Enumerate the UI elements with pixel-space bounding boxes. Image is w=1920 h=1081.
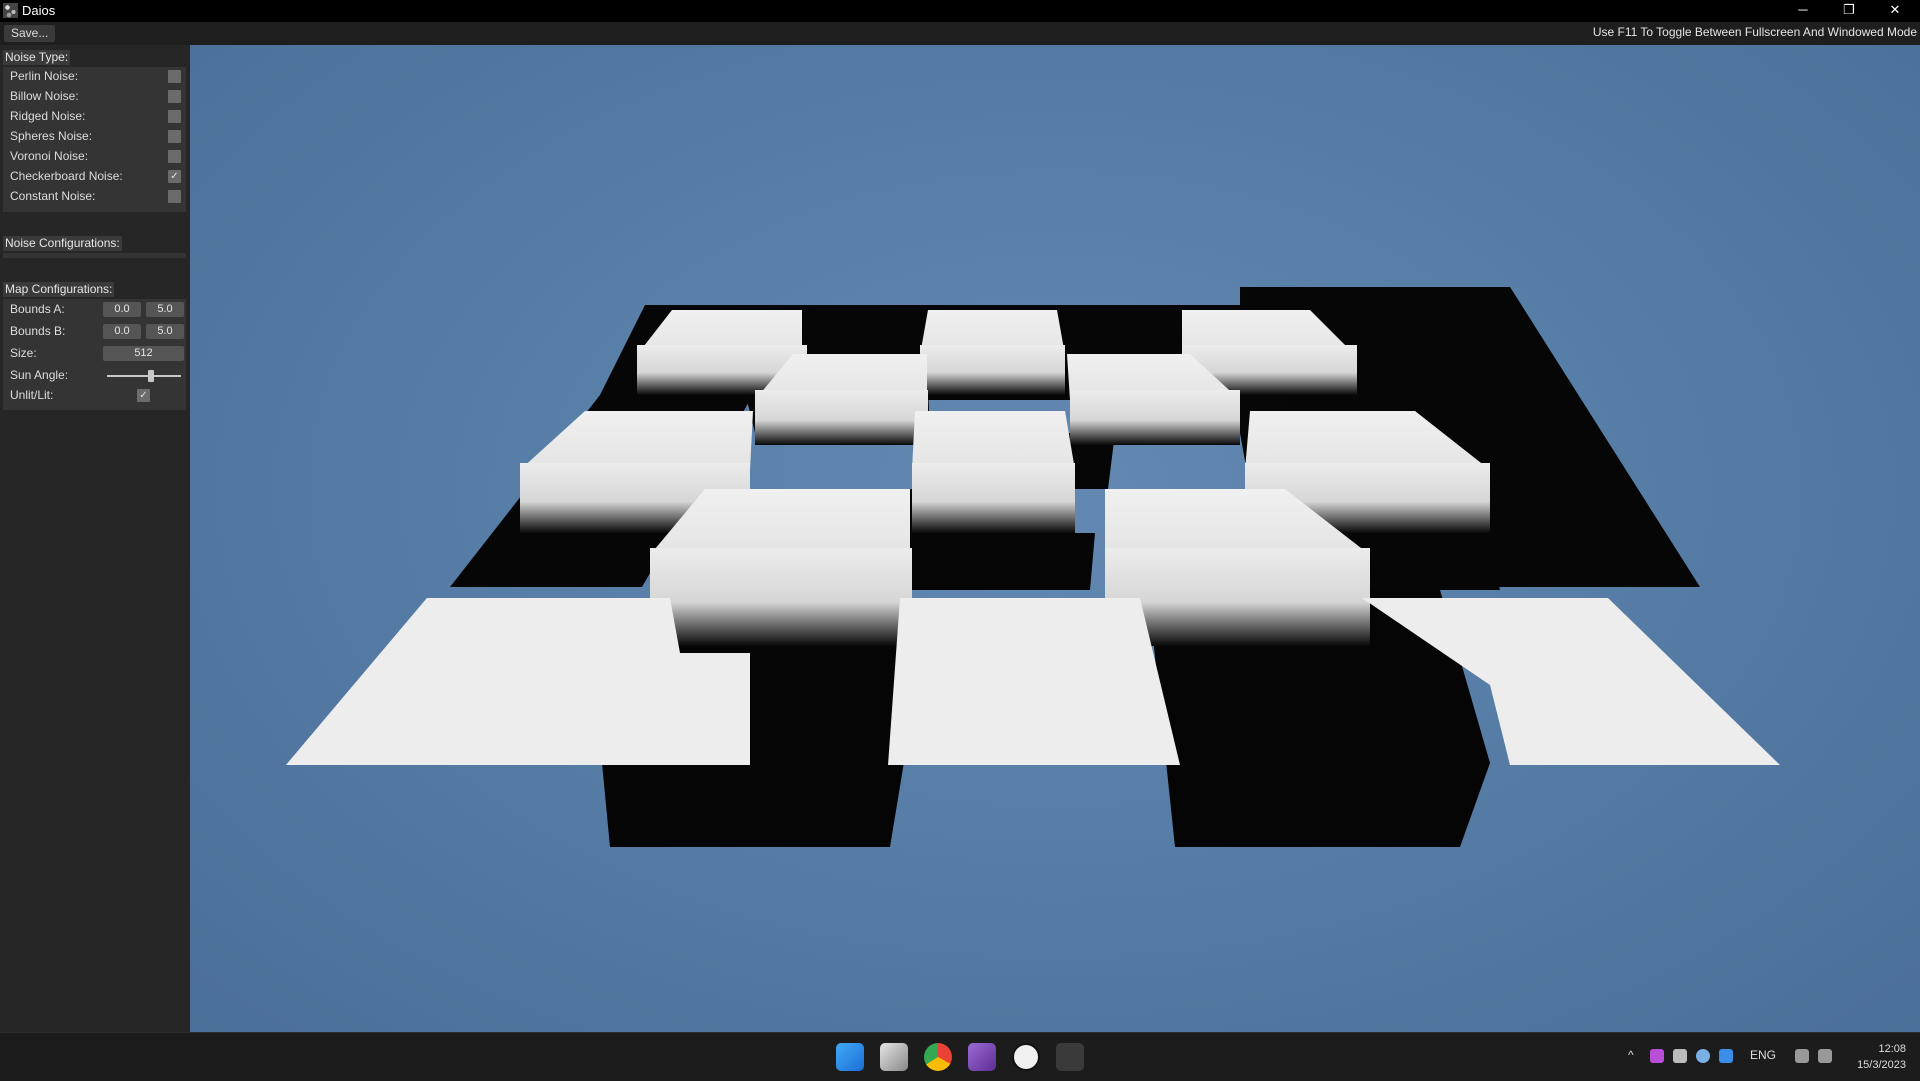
tray-app-icon[interactable] xyxy=(1650,1049,1664,1063)
size-row: Size: 512 xyxy=(7,345,184,362)
size-label: Size: xyxy=(10,346,37,360)
back-row-cubes xyxy=(637,310,1357,395)
checkerboard-noise-row[interactable]: Checkerboard Noise: ✓ xyxy=(7,168,182,185)
network-icon[interactable] xyxy=(1795,1049,1809,1063)
menu-bar: Save... Use F11 To Toggle Between Fullsc… xyxy=(0,22,1920,45)
daios-taskbar-icon[interactable] xyxy=(1056,1043,1084,1071)
perlin-noise-row[interactable]: Perlin Noise: xyxy=(7,68,182,85)
checkerboard-noise-checkbox[interactable]: ✓ xyxy=(168,170,181,183)
constant-noise-label: Constant Noise: xyxy=(10,189,96,203)
title-bar: Daios ─ ❐ ✕ xyxy=(0,0,1920,22)
unreal-engine-icon[interactable] xyxy=(1012,1043,1040,1071)
unlit-lit-row: Unlit/Lit: ✓ xyxy=(7,387,182,404)
sun-angle-slider[interactable] xyxy=(107,375,181,377)
billow-noise-checkbox[interactable] xyxy=(168,90,181,103)
clock-date: 15/3/2023 xyxy=(1857,1059,1906,1071)
spheres-noise-label: Spheres Noise: xyxy=(10,129,93,143)
map-config-panel: Bounds A: 0.0 5.0 Bounds B: 0.0 5.0 Size… xyxy=(3,299,186,410)
voronoi-noise-checkbox[interactable] xyxy=(168,150,181,163)
bounds-a-label: Bounds A: xyxy=(10,302,65,316)
settings-sidebar: Noise Type: Perlin Noise: Billow Noise: … xyxy=(0,45,190,1032)
billow-noise-label: Billow Noise: xyxy=(10,89,79,103)
3d-viewport[interactable] xyxy=(190,45,1920,1032)
sun-angle-row: Sun Angle: xyxy=(7,367,182,384)
bounds-b-label: Bounds B: xyxy=(10,324,66,338)
constant-noise-row[interactable]: Constant Noise: xyxy=(7,188,182,205)
checkerboard-scene xyxy=(286,287,1780,847)
bounds-a-min-input[interactable]: 0.0 xyxy=(103,302,141,317)
steam-icon[interactable] xyxy=(1696,1049,1710,1063)
window-title: Daios xyxy=(22,3,56,18)
chrome-icon[interactable] xyxy=(924,1043,952,1071)
noise-type-panel: Perlin Noise: Billow Noise: Ridged Noise… xyxy=(3,67,186,212)
perlin-noise-checkbox[interactable] xyxy=(168,70,181,83)
language-indicator[interactable]: ENG xyxy=(1750,1048,1776,1062)
constant-noise-checkbox[interactable] xyxy=(168,190,181,203)
size-input[interactable]: 512 xyxy=(103,346,184,361)
unlit-lit-label: Unlit/Lit: xyxy=(10,388,54,402)
visual-studio-icon[interactable] xyxy=(968,1043,996,1071)
sun-angle-slider-handle[interactable] xyxy=(148,370,154,382)
third-row-cubes xyxy=(520,411,1490,533)
map-config-title: Map Configurations: xyxy=(3,282,115,297)
unlit-lit-checkbox[interactable]: ✓ xyxy=(137,389,150,402)
close-button[interactable]: ✕ xyxy=(1872,0,1918,22)
spheres-noise-checkbox[interactable] xyxy=(168,130,181,143)
bounds-b-min-input[interactable]: 0.0 xyxy=(103,324,141,339)
sun-angle-label: Sun Angle: xyxy=(10,368,69,382)
bounds-b-row: Bounds B: 0.0 5.0 xyxy=(7,323,184,340)
ridged-noise-row[interactable]: Ridged Noise: xyxy=(7,108,182,125)
ridged-noise-checkbox[interactable] xyxy=(168,110,181,123)
volume-icon[interactable] xyxy=(1818,1049,1832,1063)
noise-config-panel xyxy=(3,253,186,258)
fullscreen-hint: Use F11 To Toggle Between Fullscreen And… xyxy=(1592,25,1917,39)
bounds-a-max-input[interactable]: 5.0 xyxy=(146,302,184,317)
task-view-icon[interactable] xyxy=(880,1043,908,1071)
perlin-noise-label: Perlin Noise: xyxy=(10,69,79,83)
daios-app-icon xyxy=(3,3,18,18)
save-button[interactable]: Save... xyxy=(4,25,56,42)
windows-start-icon[interactable] xyxy=(836,1043,864,1071)
bounds-b-max-input[interactable]: 5.0 xyxy=(146,324,184,339)
checkerboard-noise-label: Checkerboard Noise: xyxy=(10,169,123,183)
billow-noise-row[interactable]: Billow Noise: xyxy=(7,88,182,105)
minimize-button[interactable]: ─ xyxy=(1780,0,1826,22)
front-row-tiles xyxy=(286,598,1780,765)
ridged-noise-label: Ridged Noise: xyxy=(10,109,86,123)
bluetooth-icon[interactable] xyxy=(1719,1049,1733,1063)
restore-button[interactable]: ❐ xyxy=(1826,0,1872,22)
voronoi-noise-label: Voronoi Noise: xyxy=(10,149,89,163)
tray-overflow-chevron[interactable]: ^ xyxy=(1628,1048,1634,1062)
noise-type-title: Noise Type: xyxy=(3,50,71,65)
tray-capture-icon[interactable] xyxy=(1673,1049,1687,1063)
voronoi-noise-row[interactable]: Voronoi Noise: xyxy=(7,148,182,165)
system-clock[interactable]: 12:08 15/3/2023 xyxy=(1857,1041,1906,1073)
bounds-a-row: Bounds A: 0.0 5.0 xyxy=(7,301,184,318)
windows-taskbar: ^ ENG 12:08 15/3/2023 xyxy=(0,1032,1920,1081)
noise-config-title: Noise Configurations: xyxy=(3,236,122,251)
spheres-noise-row[interactable]: Spheres Noise: xyxy=(7,128,182,145)
clock-time: 12:08 xyxy=(1878,1043,1906,1055)
